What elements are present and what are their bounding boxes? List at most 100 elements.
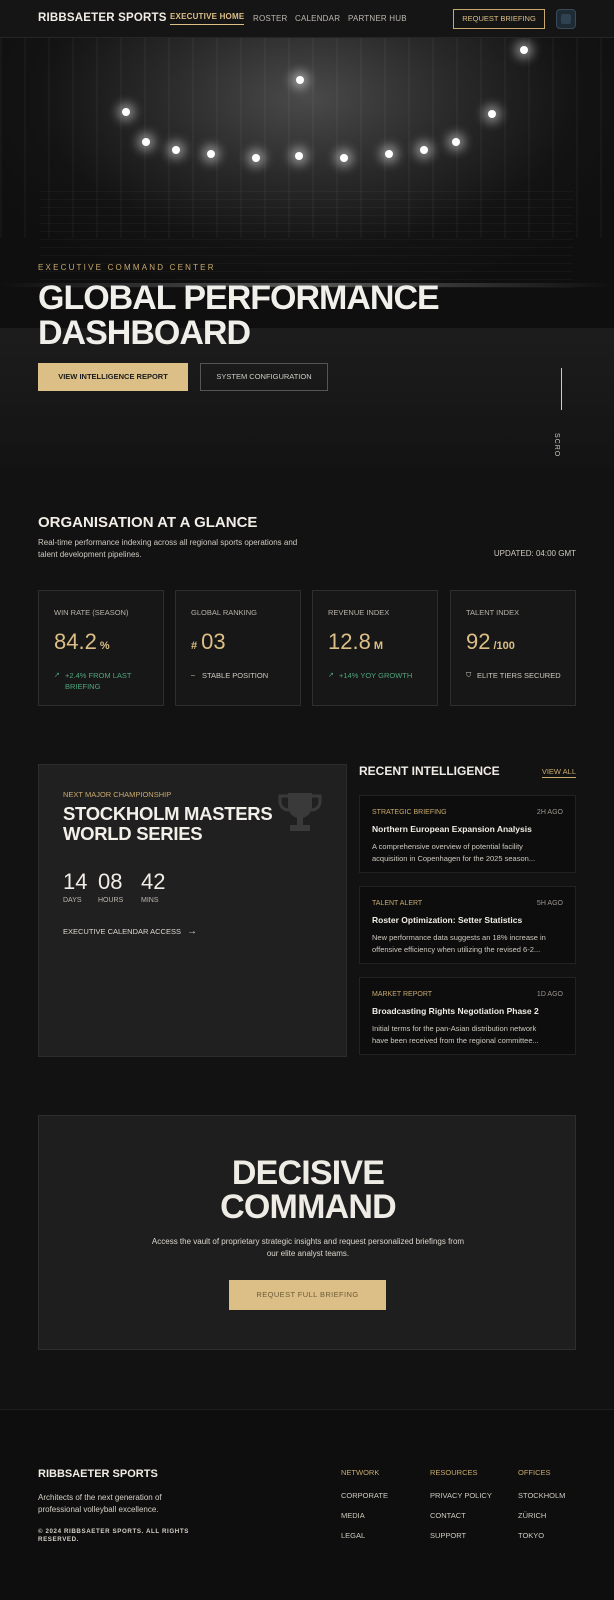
stat-value: 92/100 <box>466 629 515 654</box>
championship-kicker: NEXT MAJOR CHAMPIONSHIP <box>63 790 172 799</box>
footer-copyright: © 2024 RIBBSAETER SPORTS. ALL RIGHTS RES… <box>38 1528 189 1543</box>
footer: RIBBSAETER SPORTS Architects of the next… <box>0 1409 614 1600</box>
arena-light-icon <box>385 150 393 158</box>
footer-link-media[interactable]: MEDIA <box>341 1511 388 1520</box>
request-briefing-button[interactable]: REQUEST BRIEFING <box>453 9 545 29</box>
stat-card-global-ranking: GLOBAL RANKING #03 – STABLE POSITION <box>175 590 301 706</box>
view-intelligence-report-button[interactable]: VIEW INTELLIGENCE REPORT <box>38 363 188 391</box>
stat-note: – STABLE POSITION <box>191 671 269 680</box>
scroll-indicator-label[interactable]: SCRO <box>553 433 560 457</box>
arena-light-icon <box>295 152 303 160</box>
footer-link-stockholm[interactable]: STOCKHOLM <box>518 1491 565 1500</box>
stat-note: ↗ +14% YOY GROWTH <box>328 671 413 680</box>
top-navigation: RIBBSAETER SPORTS EXECUTIVE HOME ROSTER … <box>0 0 614 38</box>
executive-calendar-link[interactable]: EXECUTIVE CALENDAR ACCESS → <box>63 926 197 937</box>
brand-logo[interactable]: RIBBSAETER SPORTS <box>38 12 167 24</box>
countdown-days: 14 DAYS <box>63 869 88 904</box>
arena-light-icon <box>122 108 130 116</box>
footer-column-heading: OFFICES <box>518 1468 551 1477</box>
footer-column-heading: RESOURCES <box>430 1468 478 1477</box>
stat-label: REVENUE INDEX <box>328 608 390 617</box>
footer-link-zurich[interactable]: ZÜRICH <box>518 1511 565 1520</box>
arena-stands-image <box>40 188 574 288</box>
intel-description: Initial terms for the pan-Asian distribu… <box>372 1024 539 1045</box>
intel-description: New performance data suggests an 18% inc… <box>372 933 546 954</box>
stat-card-talent-index: TALENT INDEX 92/100 ⛉ ELITE TIERS SECURED <box>450 590 576 706</box>
intel-timestamp: 1D AGO <box>536 991 563 998</box>
scroll-indicator-line <box>561 368 562 410</box>
trophy-icon <box>278 793 322 831</box>
arena-light-icon <box>142 138 150 146</box>
intel-title: Northern European Expansion Analysis <box>372 824 532 834</box>
intel-timestamp: 5H AGO <box>536 900 563 907</box>
footer-column-resources: RESOURCES PRIVACY POLICY CONTACT SUPPORT <box>430 1468 492 1551</box>
request-full-briefing-button[interactable]: REQUEST FULL BRIEFING <box>229 1280 386 1310</box>
intel-title: Broadcasting Rights Negotiation Phase 2 <box>372 1006 539 1016</box>
updated-timestamp: UPDATED: 04:00 GMT <box>493 549 576 558</box>
stat-label: GLOBAL RANKING <box>191 608 257 617</box>
hero-section: EXECUTIVE COMMAND CENTER GLOBAL PERFORMA… <box>0 38 614 470</box>
stat-value: 12.8 M <box>328 629 383 654</box>
stat-card-revenue-index: REVENUE INDEX 12.8 M ↗ +14% YOY GROWTH <box>312 590 438 706</box>
hero-kicker: EXECUTIVE COMMAND CENTER <box>38 263 216 272</box>
intel-card[interactable]: MARKET REPORT 1D AGO Broadcasting Rights… <box>359 977 576 1055</box>
footer-link-tokyo[interactable]: TOKYO <box>518 1531 565 1540</box>
footer-link-support[interactable]: SUPPORT <box>430 1531 492 1540</box>
intel-description: A comprehensive overview of potential fa… <box>372 842 536 863</box>
arena-light-icon <box>452 138 460 146</box>
intel-category: TALENT ALERT <box>372 900 423 907</box>
stat-value: 84.2% <box>54 629 110 654</box>
championship-card: NEXT MAJOR CHAMPIONSHIP STOCKHOLM MASTER… <box>38 764 347 1057</box>
footer-link-privacy-policy[interactable]: PRIVACY POLICY <box>430 1491 492 1500</box>
view-all-link[interactable]: VIEW ALL <box>541 767 576 778</box>
recent-intelligence-title: RECENT INTELLIGENCE <box>359 764 500 778</box>
footer-link-contact[interactable]: CONTACT <box>430 1511 492 1520</box>
stat-label: WIN RATE (SEASON) <box>54 608 129 617</box>
countdown-hours: 08 HOURS <box>98 869 124 904</box>
championship-title: STOCKHOLM MASTERS WORLD SERIES <box>63 803 273 844</box>
countdown-mins: 42 MINS <box>141 869 166 904</box>
dash-icon: – <box>191 672 195 679</box>
footer-column-offices: OFFICES STOCKHOLM ZÜRICH TOKYO <box>518 1468 565 1551</box>
footer-brand: RIBBSAETER SPORTS <box>38 1468 158 1480</box>
trend-up-icon: ↗ <box>328 672 334 679</box>
stat-note: ↗ +2.4% FROM LAST BRIEFING <box>54 671 132 691</box>
intel-card[interactable]: TALENT ALERT 5H AGO Roster Optimization:… <box>359 886 576 964</box>
stat-note: ⛉ ELITE TIERS SECURED <box>466 671 561 680</box>
decisive-command-description: Access the vault of proprietary strategi… <box>151 1237 465 1258</box>
arena-light-icon <box>252 154 260 162</box>
org-section-description: Real-time performance indexing across al… <box>38 538 298 559</box>
nav-link-executive-home[interactable]: EXECUTIVE HOME <box>170 12 245 25</box>
arena-light-icon <box>488 110 496 118</box>
decisive-command-section: DECISIVE COMMAND Access the vault of prop… <box>38 1115 576 1350</box>
system-configuration-button[interactable]: SYSTEM CONFIGURATION <box>200 363 328 391</box>
stat-label: TALENT INDEX <box>466 608 520 617</box>
user-avatar-icon[interactable] <box>556 9 576 29</box>
org-section-title: ORGANISATION AT A GLANCE <box>38 514 258 531</box>
nav-link-calendar[interactable]: CALENDAR <box>295 14 340 23</box>
footer-column-network: NETWORK CORPORATE MEDIA LEGAL <box>341 1468 388 1551</box>
footer-link-corporate[interactable]: CORPORATE <box>341 1491 388 1500</box>
intel-category: MARKET REPORT <box>372 991 433 998</box>
arena-light-icon <box>296 76 304 84</box>
shield-icon: ⛉ <box>466 672 472 679</box>
footer-column-heading: NETWORK <box>341 1468 380 1477</box>
nav-link-partner-hub[interactable]: PARTNER HUB <box>348 14 407 23</box>
intel-category: STRATEGIC BRIEFING <box>372 809 447 816</box>
page-title: GLOBAL PERFORMANCE DASHBOARD <box>38 279 440 352</box>
decisive-command-title: DECISIVE COMMAND <box>220 1154 397 1226</box>
intel-title: Roster Optimization: Setter Statistics <box>372 915 523 925</box>
arena-light-icon <box>420 146 428 154</box>
arena-light-icon <box>520 46 528 54</box>
trend-up-icon: ↗ <box>54 672 60 679</box>
arena-light-icon <box>207 150 215 158</box>
nav-link-roster[interactable]: ROSTER <box>253 14 288 23</box>
arena-light-icon <box>172 146 180 154</box>
footer-tagline: Architects of the next generation of pro… <box>38 1493 162 1514</box>
arena-light-icon <box>340 154 348 162</box>
intel-card[interactable]: STRATEGIC BRIEFING 2H AGO Northern Europ… <box>359 795 576 873</box>
footer-link-legal[interactable]: LEGAL <box>341 1531 388 1540</box>
stat-value: #03 <box>191 629 226 654</box>
intel-timestamp: 2H AGO <box>536 809 563 816</box>
arrow-right-icon: → <box>186 926 197 937</box>
